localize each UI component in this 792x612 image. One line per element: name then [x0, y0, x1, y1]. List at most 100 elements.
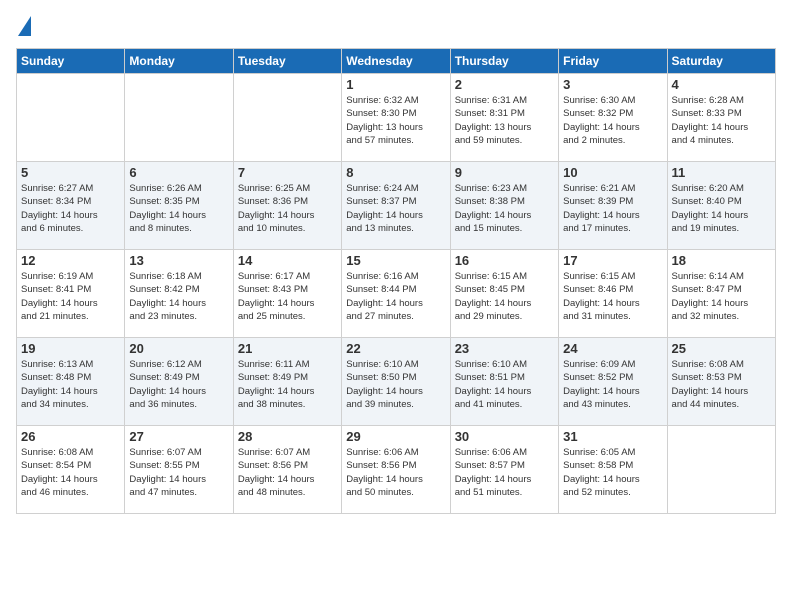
day-number: 14 — [238, 253, 337, 268]
day-info: Sunrise: 6:32 AMSunset: 8:30 PMDaylight:… — [346, 94, 445, 147]
calendar-row-2: 12 Sunrise: 6:19 AMSunset: 8:41 PMDayligh… — [17, 250, 776, 338]
calendar-row-4: 26Sunrise: 6:08 AMSunset: 8:54 PMDayligh… — [17, 426, 776, 514]
calendar-row-3: 19 Sunrise: 6:13 AMSunset: 8:48 PMDayligh… — [17, 338, 776, 426]
day-info: Sunrise: 6:28 AMSunset: 8:33 PMDaylight:… — [672, 94, 771, 147]
calendar-cell: 3 Sunrise: 6:30 AMSunset: 8:32 PMDaylight… — [559, 74, 667, 162]
day-number: 20 — [129, 341, 228, 356]
day-info: Sunrise: 6:30 AMSunset: 8:32 PMDaylight:… — [563, 94, 662, 147]
calendar-cell: 25 Sunrise: 6:08 AMSunset: 8:53 PMDayligh… — [667, 338, 775, 426]
calendar-cell: 21 Sunrise: 6:11 AMSunset: 8:49 PMDayligh… — [233, 338, 341, 426]
day-info: Sunrise: 6:18 AMSunset: 8:42 PMDaylight:… — [129, 270, 228, 323]
day-number: 7 — [238, 165, 337, 180]
day-info: Sunrise: 6:16 AMSunset: 8:44 PMDaylight:… — [346, 270, 445, 323]
day-number: 16 — [455, 253, 554, 268]
calendar-cell: 13 Sunrise: 6:18 AMSunset: 8:42 PMDayligh… — [125, 250, 233, 338]
calendar-cell: 31 Sunrise: 6:05 AMSunset: 8:58 PMDayligh… — [559, 426, 667, 514]
day-number: 5 — [21, 165, 120, 180]
day-number: 21 — [238, 341, 337, 356]
day-info: Sunrise: 6:20 AMSunset: 8:40 PMDaylight:… — [672, 182, 771, 235]
day-number: 29 — [346, 429, 445, 444]
calendar-cell: 1 Sunrise: 6:32 AMSunset: 8:30 PMDaylight… — [342, 74, 450, 162]
calendar-cell: 8 Sunrise: 6:24 AMSunset: 8:37 PMDaylight… — [342, 162, 450, 250]
day-info: Sunrise: 6:19 AMSunset: 8:41 PMDaylight:… — [21, 270, 120, 323]
calendar-cell — [17, 74, 125, 162]
weekday-monday: Monday — [125, 49, 233, 74]
day-info: Sunrise: 6:14 AMSunset: 8:47 PMDaylight:… — [672, 270, 771, 323]
day-number: 22 — [346, 341, 445, 356]
day-number: 12 — [21, 253, 120, 268]
calendar-cell: 17 Sunrise: 6:15 AMSunset: 8:46 PMDayligh… — [559, 250, 667, 338]
day-info: Sunrise: 6:25 AMSunset: 8:36 PMDaylight:… — [238, 182, 337, 235]
day-info: Sunrise: 6:13 AMSunset: 8:48 PMDaylight:… — [21, 358, 120, 411]
calendar-cell: 9 Sunrise: 6:23 AMSunset: 8:38 PMDaylight… — [450, 162, 558, 250]
logo — [16, 16, 31, 38]
day-number: 6 — [129, 165, 228, 180]
day-info: Sunrise: 6:15 AMSunset: 8:45 PMDaylight:… — [455, 270, 554, 323]
day-number: 18 — [672, 253, 771, 268]
calendar-cell: 19 Sunrise: 6:13 AMSunset: 8:48 PMDayligh… — [17, 338, 125, 426]
day-number: 2 — [455, 77, 554, 92]
day-info: Sunrise: 6:05 AMSunset: 8:58 PMDaylight:… — [563, 446, 662, 499]
day-info: Sunrise: 6:09 AMSunset: 8:52 PMDaylight:… — [563, 358, 662, 411]
calendar-row-0: 1 Sunrise: 6:32 AMSunset: 8:30 PMDaylight… — [17, 74, 776, 162]
calendar-cell: 20 Sunrise: 6:12 AMSunset: 8:49 PMDayligh… — [125, 338, 233, 426]
day-info: Sunrise: 6:11 AMSunset: 8:49 PMDaylight:… — [238, 358, 337, 411]
logo-triangle-icon — [18, 16, 31, 36]
day-info: Sunrise: 6:24 AMSunset: 8:37 PMDaylight:… — [346, 182, 445, 235]
day-number: 9 — [455, 165, 554, 180]
weekday-header-row: SundayMondayTuesdayWednesdayThursdayFrid… — [17, 49, 776, 74]
day-number: 28 — [238, 429, 337, 444]
day-info: Sunrise: 6:08 AMSunset: 8:54 PMDaylight:… — [21, 446, 120, 499]
day-number: 23 — [455, 341, 554, 356]
day-info: Sunrise: 6:31 AMSunset: 8:31 PMDaylight:… — [455, 94, 554, 147]
day-info: Sunrise: 6:15 AMSunset: 8:46 PMDaylight:… — [563, 270, 662, 323]
calendar-cell — [667, 426, 775, 514]
day-number: 30 — [455, 429, 554, 444]
day-number: 4 — [672, 77, 771, 92]
calendar-cell: 5 Sunrise: 6:27 AMSunset: 8:34 PMDaylight… — [17, 162, 125, 250]
day-info: Sunrise: 6:07 AMSunset: 8:56 PMDaylight:… — [238, 446, 337, 499]
day-number: 11 — [672, 165, 771, 180]
day-info: Sunrise: 6:06 AMSunset: 8:56 PMDaylight:… — [346, 446, 445, 499]
weekday-tuesday: Tuesday — [233, 49, 341, 74]
calendar-cell — [233, 74, 341, 162]
calendar-cell: 30Sunrise: 6:06 AMSunset: 8:57 PMDayligh… — [450, 426, 558, 514]
day-number: 25 — [672, 341, 771, 356]
day-number: 15 — [346, 253, 445, 268]
day-number: 19 — [21, 341, 120, 356]
day-info: Sunrise: 6:27 AMSunset: 8:34 PMDaylight:… — [21, 182, 120, 235]
weekday-thursday: Thursday — [450, 49, 558, 74]
page: SundayMondayTuesdayWednesdayThursdayFrid… — [0, 0, 792, 612]
day-info: Sunrise: 6:10 AMSunset: 8:51 PMDaylight:… — [455, 358, 554, 411]
calendar-cell: 28 Sunrise: 6:07 AMSunset: 8:56 PMDayligh… — [233, 426, 341, 514]
day-info: Sunrise: 6:26 AMSunset: 8:35 PMDaylight:… — [129, 182, 228, 235]
weekday-sunday: Sunday — [17, 49, 125, 74]
calendar-cell: 15 Sunrise: 6:16 AMSunset: 8:44 PMDayligh… — [342, 250, 450, 338]
calendar-cell: 11 Sunrise: 6:20 AMSunset: 8:40 PMDayligh… — [667, 162, 775, 250]
day-number: 1 — [346, 77, 445, 92]
day-number: 10 — [563, 165, 662, 180]
day-number: 8 — [346, 165, 445, 180]
calendar-cell: 14Sunrise: 6:17 AMSunset: 8:43 PMDayligh… — [233, 250, 341, 338]
weekday-friday: Friday — [559, 49, 667, 74]
calendar-cell — [125, 74, 233, 162]
calendar: SundayMondayTuesdayWednesdayThursdayFrid… — [16, 48, 776, 514]
calendar-cell: 4 Sunrise: 6:28 AMSunset: 8:33 PMDaylight… — [667, 74, 775, 162]
calendar-cell: 7 Sunrise: 6:25 AMSunset: 8:36 PMDaylight… — [233, 162, 341, 250]
calendar-cell: 22 Sunrise: 6:10 AMSunset: 8:50 PMDayligh… — [342, 338, 450, 426]
day-number: 27 — [129, 429, 228, 444]
day-number: 31 — [563, 429, 662, 444]
calendar-cell: 26Sunrise: 6:08 AMSunset: 8:54 PMDayligh… — [17, 426, 125, 514]
calendar-cell: 18 Sunrise: 6:14 AMSunset: 8:47 PMDayligh… — [667, 250, 775, 338]
day-number: 17 — [563, 253, 662, 268]
calendar-cell: 29 Sunrise: 6:06 AMSunset: 8:56 PMDayligh… — [342, 426, 450, 514]
day-number: 13 — [129, 253, 228, 268]
day-info: Sunrise: 6:08 AMSunset: 8:53 PMDaylight:… — [672, 358, 771, 411]
weekday-saturday: Saturday — [667, 49, 775, 74]
day-info: Sunrise: 6:23 AMSunset: 8:38 PMDaylight:… — [455, 182, 554, 235]
day-info: Sunrise: 6:12 AMSunset: 8:49 PMDaylight:… — [129, 358, 228, 411]
day-info: Sunrise: 6:10 AMSunset: 8:50 PMDaylight:… — [346, 358, 445, 411]
day-number: 3 — [563, 77, 662, 92]
calendar-row-1: 5 Sunrise: 6:27 AMSunset: 8:34 PMDaylight… — [17, 162, 776, 250]
weekday-wednesday: Wednesday — [342, 49, 450, 74]
